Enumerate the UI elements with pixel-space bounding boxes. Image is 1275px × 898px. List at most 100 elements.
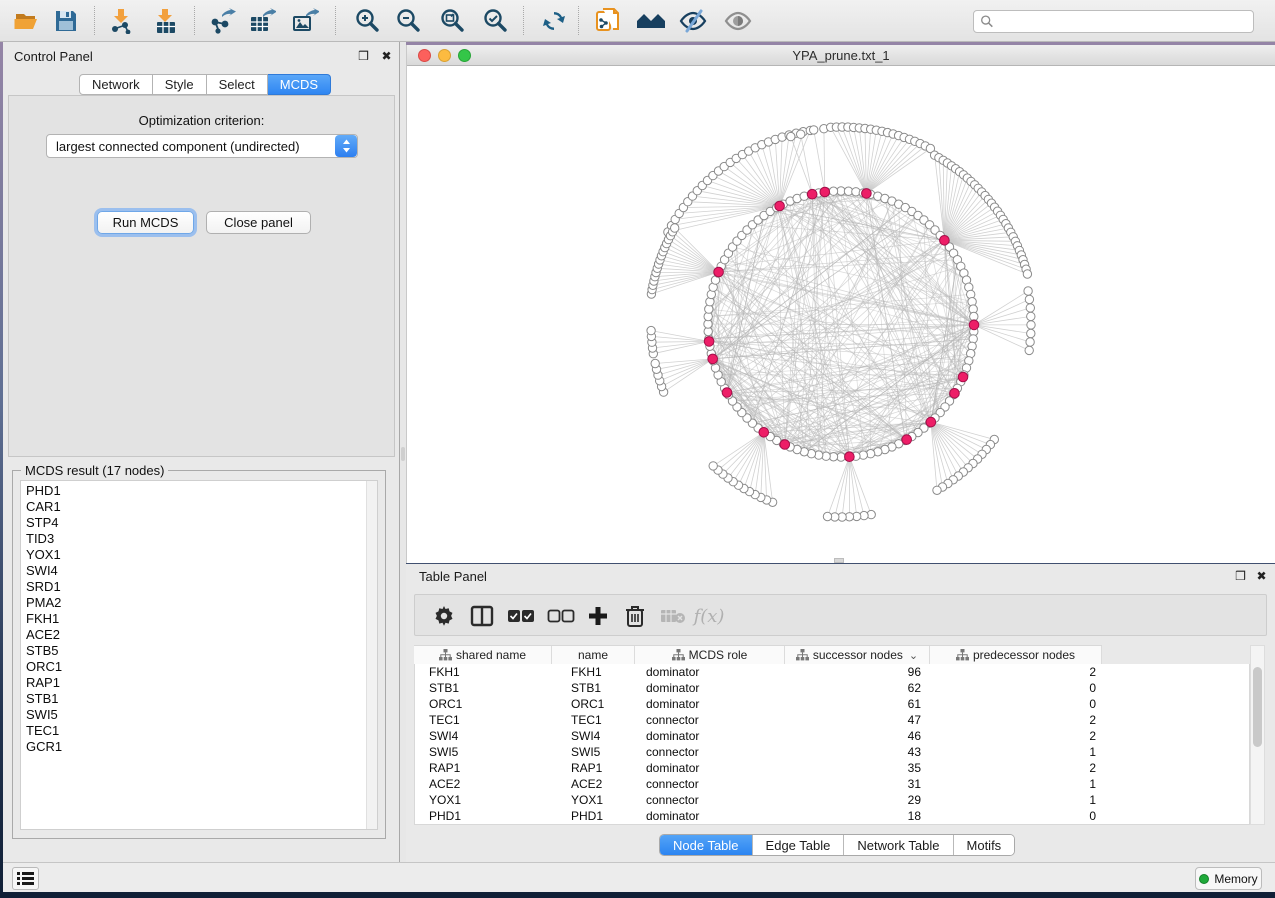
float-panel-icon[interactable]: ❒ (357, 50, 370, 63)
column-header-name[interactable]: name (552, 646, 635, 665)
export-table-icon[interactable] (247, 7, 277, 35)
network-search-field[interactable] (973, 10, 1254, 33)
network-window-titlebar[interactable]: YPA_prune.txt_1 (407, 45, 1275, 66)
table-cell: SWI5 (415, 744, 553, 760)
table-row[interactable]: SWI4SWI4dominator462 (415, 728, 1249, 744)
search-input[interactable] (994, 15, 1247, 29)
column-header-successor-nodes[interactable]: successor nodes⌄ (785, 646, 930, 665)
table-cell: 1 (931, 776, 1103, 792)
float-table-panel-icon[interactable]: ❒ (1234, 570, 1247, 583)
table-cell: PHD1 (553, 808, 636, 824)
run-mcds-button[interactable]: Run MCDS (97, 211, 194, 234)
column-header-shared-name[interactable]: shared name (414, 646, 552, 665)
column-header-MCDS-role[interactable]: MCDS role (635, 646, 785, 665)
export-network-icon[interactable] (207, 7, 237, 35)
add-column-icon[interactable] (584, 603, 612, 629)
tab-mcds[interactable]: MCDS (268, 74, 331, 95)
new-network-from-selection-icon[interactable] (593, 7, 623, 35)
table-cell: PHD1 (415, 808, 553, 824)
show-panels-list-button[interactable] (12, 867, 39, 890)
optimization-criterion-select[interactable]: largest connected component (undirected) (46, 134, 358, 158)
memory-button[interactable]: Memory (1195, 867, 1262, 890)
network-canvas[interactable] (407, 66, 1275, 563)
table-cell: dominator (636, 696, 786, 712)
unselect-all-columns-icon[interactable] (547, 603, 575, 629)
mcds-result-list[interactable]: PHD1CAR1STP4TID3YOX1SWI4SRD1PMA2FKH1ACE2… (20, 480, 378, 830)
table-panel-tabs: Node TableEdge TableNetwork TableMotifs (659, 834, 1015, 856)
close-table-panel-icon[interactable]: ✖ (1255, 570, 1268, 583)
mcds-result-item[interactable]: TEC1 (26, 723, 377, 739)
mcds-result-item[interactable]: YOX1 (26, 547, 377, 563)
table-tab-motifs[interactable]: Motifs (954, 835, 1015, 855)
search-icon (980, 14, 994, 29)
column-header-predecessor-nodes[interactable]: predecessor nodes (930, 646, 1102, 665)
table-row[interactable]: STB1STB1dominator620 (415, 680, 1249, 696)
mcds-result-item[interactable]: STB1 (26, 691, 377, 707)
mcds-result-item[interactable]: ORC1 (26, 659, 377, 675)
show-graphics-details-icon[interactable] (723, 7, 753, 35)
mcds-list-scrollbar[interactable] (366, 481, 377, 829)
hide-graphics-details-icon[interactable] (678, 7, 708, 35)
table-tab-node-table[interactable]: Node Table (660, 835, 753, 855)
tab-select[interactable]: Select (207, 74, 268, 95)
table-cell: 62 (786, 680, 931, 696)
table-toolbar: f(x) (414, 594, 1267, 636)
column-settings-icon[interactable] (430, 603, 458, 629)
mcds-result-item[interactable]: FKH1 (26, 611, 377, 627)
column-type-icon (439, 649, 452, 661)
status-bar: Memory (3, 862, 1275, 892)
mcds-result-item[interactable]: SRD1 (26, 579, 377, 595)
import-network-icon[interactable] (107, 7, 137, 35)
optimization-criterion-label: Optimization criterion: (9, 113, 394, 128)
table-cell: 29 (786, 792, 931, 808)
delete-table-icon[interactable] (659, 603, 687, 629)
table-tab-network-table[interactable]: Network Table (844, 835, 953, 855)
mcds-result-item[interactable]: SWI4 (26, 563, 377, 579)
selected-criterion: largest connected component (undirected) (47, 139, 335, 154)
split-table-icon[interactable] (468, 603, 496, 629)
table-row[interactable]: TEC1TEC1connector472 (415, 712, 1249, 728)
table-scrollbar[interactable] (1250, 645, 1265, 825)
first-neighbors-icon[interactable] (636, 7, 666, 35)
mcds-result-item[interactable]: CAR1 (26, 499, 377, 515)
table-row[interactable]: PHD1PHD1dominator180 (415, 808, 1249, 824)
delete-columns-icon[interactable] (621, 603, 649, 629)
table-scrollbar-thumb[interactable] (1253, 667, 1262, 747)
horizontal-splitter-grip[interactable] (834, 558, 844, 563)
zoom-fit-icon[interactable] (437, 7, 467, 35)
import-table-icon[interactable] (151, 7, 181, 35)
table-row[interactable]: FKH1FKH1dominator962 (415, 664, 1249, 680)
table-panel-title: Table Panel (419, 569, 487, 584)
select-all-columns-icon[interactable] (507, 603, 535, 629)
mcds-result-item[interactable]: PHD1 (26, 483, 377, 499)
splitter-grip[interactable] (401, 447, 405, 461)
table-row[interactable]: YOX1YOX1connector291 (415, 792, 1249, 808)
table-row[interactable]: SWI5SWI5connector431 (415, 744, 1249, 760)
table-cell: 2 (931, 728, 1103, 744)
mcds-result-item[interactable]: GCR1 (26, 739, 377, 755)
open-file-icon[interactable] (11, 7, 41, 35)
tab-style[interactable]: Style (153, 74, 207, 95)
table-tab-edge-table[interactable]: Edge Table (753, 835, 845, 855)
save-session-icon[interactable] (51, 7, 81, 35)
zoom-out-icon[interactable] (393, 7, 423, 35)
close-panel-icon[interactable]: ✖ (380, 50, 393, 63)
zoom-selected-icon[interactable] (480, 7, 510, 35)
refresh-layout-icon[interactable] (539, 7, 569, 35)
close-panel-button[interactable]: Close panel (206, 211, 311, 234)
mcds-result-item[interactable]: SWI5 (26, 707, 377, 723)
table-row[interactable]: ACE2ACE2connector311 (415, 776, 1249, 792)
zoom-in-icon[interactable] (352, 7, 382, 35)
table-cell: 47 (786, 712, 931, 728)
mcds-result-item[interactable]: STP4 (26, 515, 377, 531)
table-row[interactable]: ORC1ORC1dominator610 (415, 696, 1249, 712)
tab-network[interactable]: Network (79, 74, 153, 95)
table-row[interactable]: RAP1RAP1dominator352 (415, 760, 1249, 776)
mcds-result-item[interactable]: STB5 (26, 643, 377, 659)
mcds-result-item[interactable]: PMA2 (26, 595, 377, 611)
sort-desc-icon: ⌄ (909, 649, 918, 662)
mcds-result-item[interactable]: ACE2 (26, 627, 377, 643)
export-image-icon[interactable] (290, 7, 320, 35)
mcds-result-item[interactable]: RAP1 (26, 675, 377, 691)
mcds-result-item[interactable]: TID3 (26, 531, 377, 547)
